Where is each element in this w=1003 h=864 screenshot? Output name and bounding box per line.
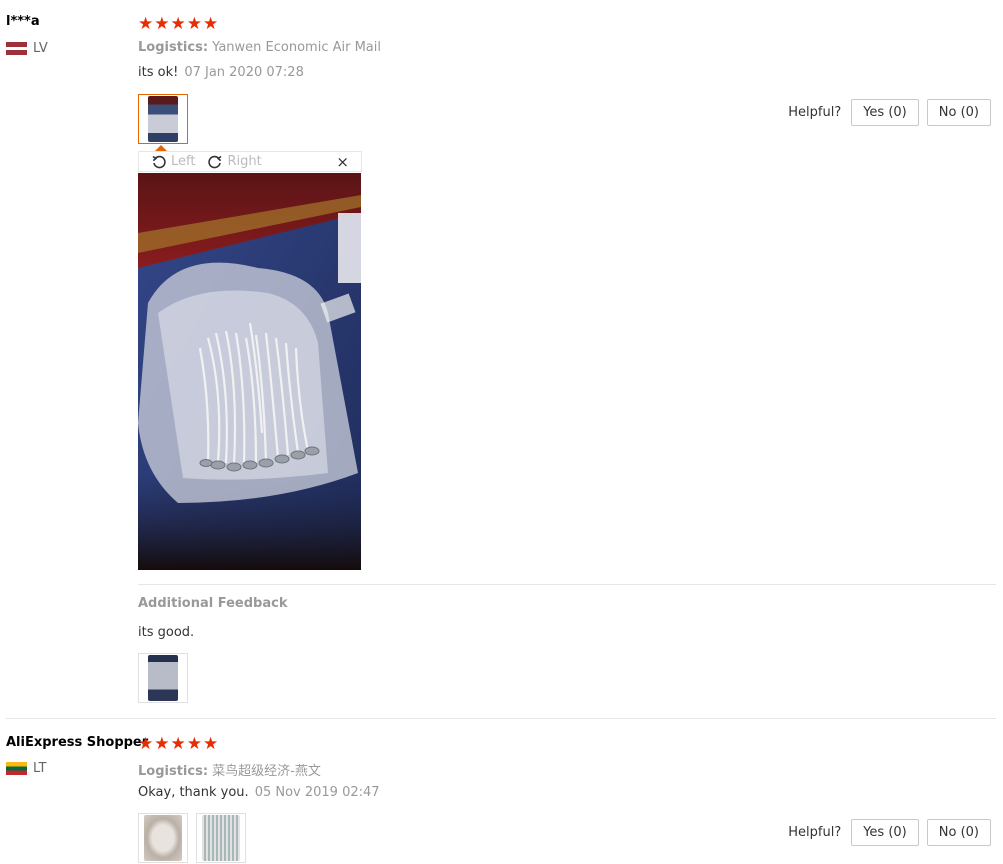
close-viewer-button[interactable]: × [336, 153, 349, 171]
helpful-no-button[interactable]: No (0) [926, 99, 991, 126]
review-date: 07 Jan 2020 07:28 [184, 65, 304, 80]
helpful-votes: Helpful? Yes (0) No (0) [788, 99, 991, 126]
review-photo-thumb[interactable] [138, 94, 188, 144]
rotate-right-icon [208, 155, 222, 168]
review-photo-large [138, 173, 361, 570]
image-viewer-toolbar: Left Right × [138, 145, 362, 172]
logistics-value: Yanwen Economic Air Mail [212, 40, 381, 55]
reviewer-country: LT [6, 761, 46, 776]
star-icon: ★ [186, 734, 202, 754]
photo-thumbnail [144, 815, 182, 861]
divider [138, 584, 996, 585]
star-icon: ★ [203, 734, 219, 754]
star-icon: ★ [170, 14, 186, 34]
comment-text: Okay, thank you. [138, 785, 249, 800]
helpful-yes-button[interactable]: Yes (0) [851, 99, 919, 126]
country-code: LV [33, 41, 48, 56]
rotate-right-label: Right [227, 154, 262, 169]
review-comment: its ok! 07 Jan 2020 07:28 [138, 65, 304, 80]
rotate-left-icon [152, 155, 166, 168]
helpful-label: Helpful? [788, 105, 842, 120]
additional-feedback-title: Additional Feedback [138, 596, 288, 611]
star-icon: ★ [203, 14, 219, 34]
additional-photo-thumb[interactable] [138, 653, 188, 703]
rotate-left-button[interactable]: Left [151, 154, 195, 170]
star-icon: ★ [154, 14, 170, 34]
star-icon: ★ [138, 14, 154, 34]
flag-icon-lt [6, 762, 27, 775]
star-rating: ★ ★ ★ ★ ★ [138, 16, 218, 33]
star-icon: ★ [154, 734, 170, 754]
review-photo-thumb[interactable] [138, 813, 188, 863]
comment-text: its ok! [138, 65, 179, 80]
reviewer-country: LV [6, 41, 48, 56]
star-icon: ★ [170, 734, 186, 754]
reviewer-name: l***a [6, 14, 40, 29]
logistics-info: Logistics: 菜鸟超级经济-燕文 [138, 760, 321, 779]
star-icon: ★ [186, 14, 202, 34]
helpful-no-button[interactable]: No (0) [926, 819, 991, 846]
helpful-votes: Helpful? Yes (0) No (0) [788, 819, 991, 846]
logistics-label: Logistics: [138, 764, 209, 779]
pointer-arrow [155, 145, 167, 151]
rotate-left-label: Left [171, 154, 196, 169]
review-comment: Okay, thank you. 05 Nov 2019 02:47 [138, 785, 380, 800]
rotate-right-button[interactable]: Right [207, 154, 262, 170]
country-code: LT [33, 761, 47, 776]
star-rating: ★ ★ ★ ★ ★ [138, 736, 218, 753]
star-icon: ★ [138, 734, 154, 754]
review-photo-thumb[interactable] [196, 813, 246, 863]
photo-thumbnail [148, 96, 178, 142]
photo-thumbnail [202, 815, 240, 861]
photo-image [138, 173, 361, 570]
logistics-value: 菜鸟超级经济-燕文 [212, 764, 321, 779]
review-date: 05 Nov 2019 02:47 [254, 785, 380, 800]
helpful-yes-button[interactable]: Yes (0) [851, 819, 919, 846]
photo-thumbnail [148, 655, 178, 701]
reviewer-name: AliExpress Shopper [6, 735, 149, 750]
logistics-info: Logistics: Yanwen Economic Air Mail [138, 40, 381, 55]
logistics-label: Logistics: [138, 40, 209, 55]
review-divider [6, 718, 996, 719]
helpful-label: Helpful? [788, 825, 842, 840]
additional-feedback-text: its good. [138, 625, 195, 640]
flag-icon-lv [6, 42, 27, 55]
